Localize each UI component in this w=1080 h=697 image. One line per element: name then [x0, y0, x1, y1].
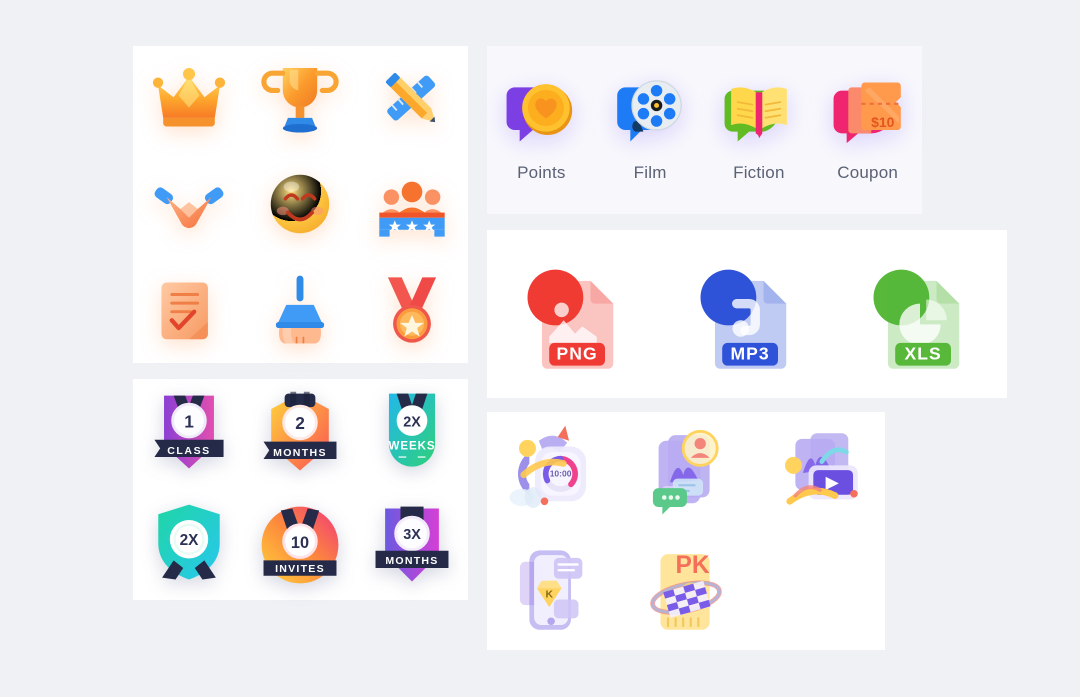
icon-cell-team-podium[interactable]: [369, 161, 455, 247]
filetype-item-xls[interactable]: XLS: [858, 252, 982, 376]
icon-cell-smiley[interactable]: [257, 161, 343, 247]
badge-10-invites[interactable]: 10 INVITES: [252, 497, 348, 593]
coupon-icon: $10: [833, 82, 901, 144]
badge-2-months[interactable]: 2 MONTHS: [252, 386, 348, 482]
pencil-ruler-icon: [386, 72, 436, 122]
crown-icon: [152, 67, 225, 127]
icon-cell-crown[interactable]: [146, 56, 232, 142]
phone-gem-icon: K: [520, 549, 583, 630]
filetypes-panel: PNG MP3 XLS: [487, 230, 1007, 398]
awards-panel: [133, 46, 468, 363]
svg-text:2: 2: [296, 413, 306, 433]
svg-text:$10: $10: [871, 114, 895, 130]
icon-cell-checklist[interactable]: [146, 267, 232, 353]
svg-text:WEEKS: WEEKS: [389, 441, 436, 453]
category-item-fiction[interactable]: Fiction: [718, 71, 800, 183]
svg-text:MONTHS: MONTHS: [274, 447, 328, 459]
pk-card-icon: PK: [650, 552, 722, 630]
trophy-icon: [261, 67, 340, 133]
glass-item-pk-card[interactable]: PK: [634, 539, 738, 643]
icon-cell-pencil-ruler[interactable]: [369, 56, 455, 142]
team-podium-icon: [379, 182, 445, 238]
icon-cell-handshake[interactable]: [146, 161, 232, 247]
points-icon: [506, 84, 573, 142]
category-label: Points: [517, 163, 566, 182]
category-label: Coupon: [837, 163, 898, 182]
medal-icon: [388, 277, 437, 343]
smartwatch-icon: 10:00: [509, 425, 587, 508]
svg-text:CLASS: CLASS: [167, 445, 210, 457]
category-item-points[interactable]: Points: [500, 71, 582, 183]
svg-text:MP3: MP3: [730, 343, 769, 363]
photo-chat-icon: [652, 429, 719, 515]
broom-icon: [276, 275, 325, 344]
glass-item-smartwatch[interactable]: 10:00: [501, 420, 605, 524]
png-file-icon: PNG: [527, 269, 613, 369]
badge-2x-weeks[interactable]: 2X WEEKS: [364, 386, 460, 482]
svg-text:2X: 2X: [403, 415, 421, 431]
categories-panel: Points Film Fiction $10 Coupon: [487, 46, 922, 214]
glass-item-photo-chat[interactable]: [634, 420, 738, 524]
category-label: Fiction: [733, 163, 785, 182]
checklist-document-icon: [161, 282, 208, 340]
svg-text:XLS: XLS: [905, 343, 942, 363]
icon-cell-broom[interactable]: [257, 267, 343, 353]
icon-cell-trophy[interactable]: [257, 56, 343, 142]
badge-3x-months[interactable]: 3X MONTHS: [364, 497, 460, 593]
category-label: Film: [633, 163, 667, 182]
filetype-item-png[interactable]: PNG: [512, 252, 636, 376]
svg-text:MONTHS: MONTHS: [386, 555, 439, 567]
fiction-icon: [724, 87, 787, 142]
badge-1-class[interactable]: 1 CLASS: [141, 386, 237, 482]
badge-2x-shield[interactable]: 2X: [141, 497, 237, 593]
glass-panel: 10:00 K PK: [487, 412, 885, 650]
film-icon: [617, 80, 682, 142]
filetype-item-mp3[interactable]: MP3: [685, 252, 809, 376]
svg-text:10:00: 10:00: [550, 468, 572, 478]
badges-panel: 1 CLASS 2 MONTHS 2X WEEKS 2X 10 INVITES …: [133, 379, 468, 600]
svg-text:K: K: [546, 589, 554, 600]
svg-text:3X: 3X: [403, 527, 421, 543]
glass-item-video-player[interactable]: [767, 420, 871, 524]
svg-text:10: 10: [291, 534, 309, 552]
mp3-file-icon: MP3: [700, 269, 787, 369]
category-item-coupon[interactable]: $10 Coupon: [827, 71, 909, 183]
glass-item-phone-gem[interactable]: K: [501, 539, 605, 643]
svg-text:INVITES: INVITES: [276, 563, 326, 575]
svg-text:2X: 2X: [179, 532, 199, 549]
xls-file-icon: XLS: [873, 269, 960, 369]
svg-text:1: 1: [184, 412, 194, 432]
svg-text:PNG: PNG: [556, 343, 597, 363]
handshake-icon: [154, 187, 224, 229]
category-item-film[interactable]: Film: [609, 71, 691, 183]
video-player-icon: [784, 432, 858, 505]
svg-text:PK: PK: [676, 552, 710, 579]
icon-showcase-canvas: 1 CLASS 2 MONTHS 2X WEEKS 2X 10 INVITES …: [0, 0, 1080, 697]
smiley-face-icon: [271, 175, 330, 234]
icon-cell-medal[interactable]: [369, 267, 455, 353]
